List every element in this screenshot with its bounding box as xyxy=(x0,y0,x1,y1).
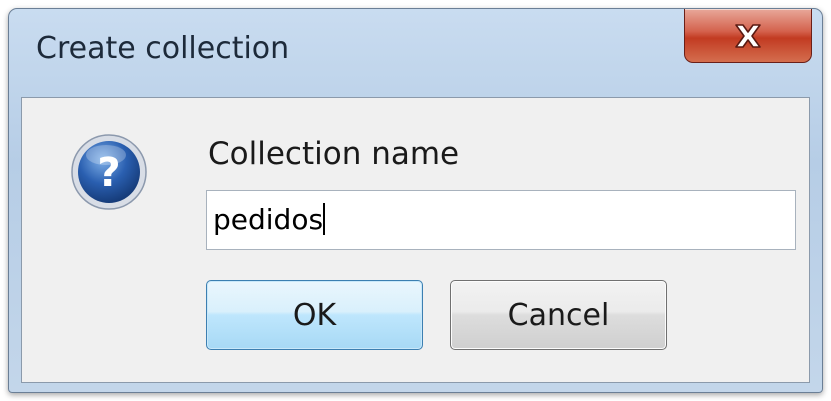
close-button[interactable] xyxy=(684,9,812,63)
cancel-button[interactable]: Cancel xyxy=(450,280,667,350)
question-icon: ? xyxy=(71,134,147,210)
collection-name-input[interactable]: pedidos xyxy=(206,190,796,250)
input-value: pedidos xyxy=(213,203,324,236)
close-icon xyxy=(735,23,761,48)
window-title: Create collection xyxy=(36,31,290,66)
ok-button-label: OK xyxy=(292,297,337,333)
text-caret xyxy=(323,203,326,235)
cancel-button-label: Cancel xyxy=(507,297,610,333)
dialog-window: Create collection ? Collection name pedi… xyxy=(8,8,823,393)
svg-text:?: ? xyxy=(97,150,120,196)
title-bar[interactable]: Create collection xyxy=(9,9,822,93)
ok-button[interactable]: OK xyxy=(206,280,423,350)
collection-name-label: Collection name xyxy=(208,136,460,172)
dialog-body: ? Collection name pedidos OK Cancel xyxy=(21,97,810,383)
